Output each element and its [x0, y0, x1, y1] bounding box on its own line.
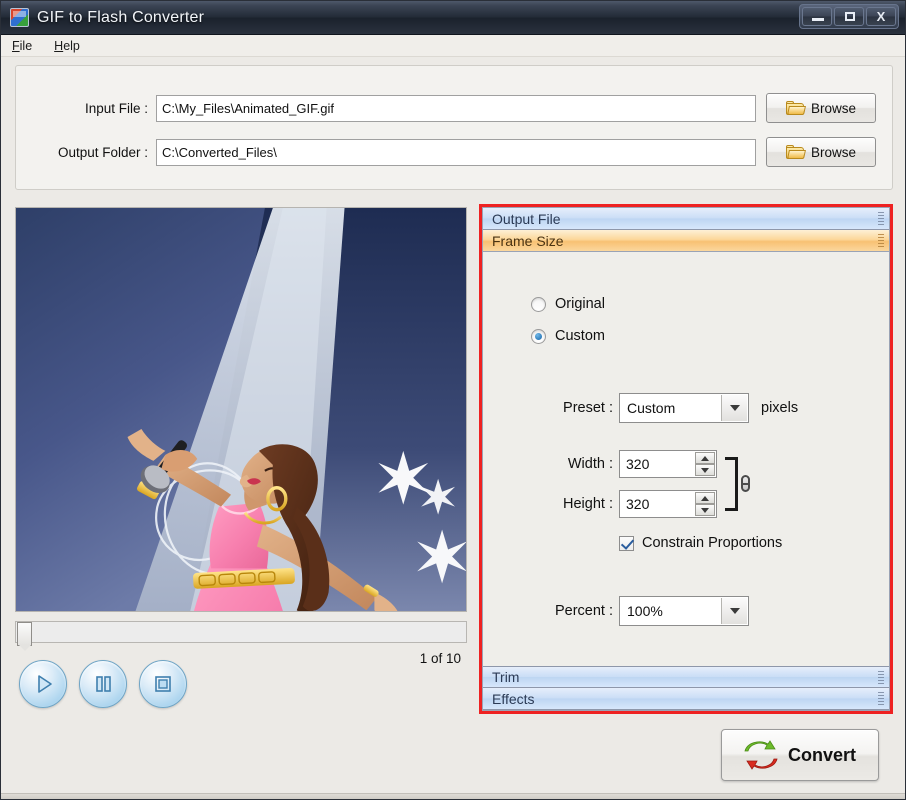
grip-icon: [878, 692, 884, 706]
constrain-proportions-row[interactable]: Constrain Proportions: [619, 535, 782, 551]
pause-icon: [96, 676, 111, 692]
radio-custom-label: Custom: [555, 328, 605, 344]
accordion-header-trim[interactable]: Trim: [483, 666, 889, 688]
radio-original[interactable]: [531, 296, 546, 312]
output-folder-label: Output Folder :: [57, 144, 148, 160]
height-increment-button[interactable]: [695, 492, 715, 504]
output-browse-label: Browse: [810, 144, 856, 160]
width-row: Width : 320: [483, 450, 889, 478]
maximize-icon: [845, 12, 855, 21]
maximize-button[interactable]: [834, 7, 864, 26]
output-folder-row: Output Folder : C:\Converted_Files\ Brow…: [16, 137, 892, 167]
folder-icon: [785, 101, 806, 115]
width-spinner-buttons[interactable]: [695, 452, 715, 476]
input-browse-label: Browse: [810, 100, 856, 116]
preset-select[interactable]: Custom: [619, 393, 749, 423]
height-spinner-buttons[interactable]: [695, 492, 715, 516]
preview-image: [16, 208, 466, 611]
seek-handle[interactable]: [17, 622, 32, 651]
close-button[interactable]: X: [866, 7, 896, 26]
chevron-down-icon[interactable]: [721, 598, 747, 624]
preset-label: Preset :: [563, 400, 613, 416]
minimize-button[interactable]: [802, 7, 832, 26]
menu-item-file[interactable]: File: [9, 38, 35, 54]
settings-accordion: Output File Frame Size Original Custom P…: [482, 207, 890, 711]
convert-label: Convert: [787, 744, 856, 765]
preview-seek-slider[interactable]: [15, 621, 467, 651]
play-icon: [38, 675, 52, 693]
input-file-browse-button[interactable]: Browse: [766, 93, 876, 123]
width-increment-button[interactable]: [695, 452, 715, 464]
chain-link-icon: [725, 457, 751, 511]
minimize-icon: [812, 18, 824, 21]
input-file-field[interactable]: C:\My_Files\Animated_GIF.gif: [156, 94, 756, 122]
height-value: 320: [626, 496, 650, 512]
accordion-label-frame-size: Frame Size: [492, 232, 564, 249]
frame-counter: 1 of 10: [419, 651, 461, 666]
radio-custom-row[interactable]: Custom: [531, 328, 605, 344]
percent-label: Percent :: [554, 603, 613, 619]
height-decrement-button[interactable]: [695, 504, 715, 516]
percent-row: Percent : 100%: [483, 596, 889, 626]
folder-icon: [785, 145, 806, 159]
file-selection-group: Input File : C:\My_Files\Animated_GIF.gi…: [15, 65, 893, 190]
height-label: Height :: [563, 496, 613, 512]
percent-value: 100%: [627, 603, 663, 619]
settings-panel-highlight: Output File Frame Size Original Custom P…: [479, 204, 893, 714]
preset-row: Preset : Custom pixels: [483, 393, 889, 423]
window-bottom-strip: [1, 793, 905, 799]
accordion-label-trim: Trim: [492, 669, 520, 685]
pause-button[interactable]: [79, 660, 127, 708]
accordion-label-output-file: Output File: [492, 210, 561, 227]
input-file-label: Input File :: [84, 100, 148, 116]
play-button[interactable]: [19, 660, 67, 708]
preview-panel: [15, 207, 467, 612]
radio-custom[interactable]: [531, 328, 546, 344]
menu-help-rest: elp: [63, 38, 80, 53]
preset-unit-label: pixels: [761, 400, 799, 416]
window-title: GIF to Flash Converter: [37, 8, 205, 26]
constrain-proportions-label: Constrain Proportions: [642, 535, 783, 551]
radio-original-label: Original: [555, 296, 605, 312]
application-window: GIF to Flash Converter X File Help Input…: [0, 0, 906, 800]
accordion-label-effects: Effects: [492, 690, 535, 707]
accordion-header-effects[interactable]: Effects: [483, 688, 889, 710]
width-decrement-button[interactable]: [695, 464, 715, 476]
height-stepper[interactable]: 320: [619, 490, 717, 518]
transport-controls: [19, 660, 187, 708]
constrain-proportions-checkbox[interactable]: [619, 535, 634, 551]
height-row: Height : 320: [483, 490, 889, 518]
accordion-header-output-file[interactable]: Output File: [483, 208, 889, 230]
gif-flash-app-icon: [10, 8, 29, 27]
stop-icon: [155, 676, 171, 692]
convert-button[interactable]: Convert: [721, 729, 879, 781]
width-label: Width :: [567, 456, 613, 472]
collapsed-sections: Trim Effects: [483, 666, 889, 710]
stop-button[interactable]: [139, 660, 187, 708]
output-folder-browse-button[interactable]: Browse: [766, 137, 876, 167]
width-value: 320: [626, 456, 650, 472]
percent-select[interactable]: 100%: [619, 596, 749, 626]
width-stepper[interactable]: 320: [619, 450, 717, 478]
menu-file-rest: ile: [19, 38, 33, 53]
preset-value: Custom: [627, 400, 676, 416]
grip-icon: [878, 671, 884, 685]
grip-icon: [878, 212, 884, 226]
accordion-header-frame-size[interactable]: Frame Size: [483, 230, 889, 252]
menu-bar: File Help: [1, 35, 905, 57]
chevron-down-icon[interactable]: [721, 395, 747, 421]
input-file-row: Input File : C:\My_Files\Animated_GIF.gi…: [16, 93, 892, 123]
frame-size-panel: Original Custom Preset : Custom pixels W…: [483, 252, 889, 666]
output-folder-field[interactable]: C:\Converted_Files\: [156, 138, 756, 166]
window-controls: X: [799, 4, 899, 29]
convert-arrows-icon: [744, 740, 778, 770]
title-bar: GIF to Flash Converter X: [1, 1, 905, 35]
menu-item-help[interactable]: Help: [51, 38, 83, 54]
radio-original-row[interactable]: Original: [531, 296, 605, 312]
grip-icon: [878, 234, 884, 248]
